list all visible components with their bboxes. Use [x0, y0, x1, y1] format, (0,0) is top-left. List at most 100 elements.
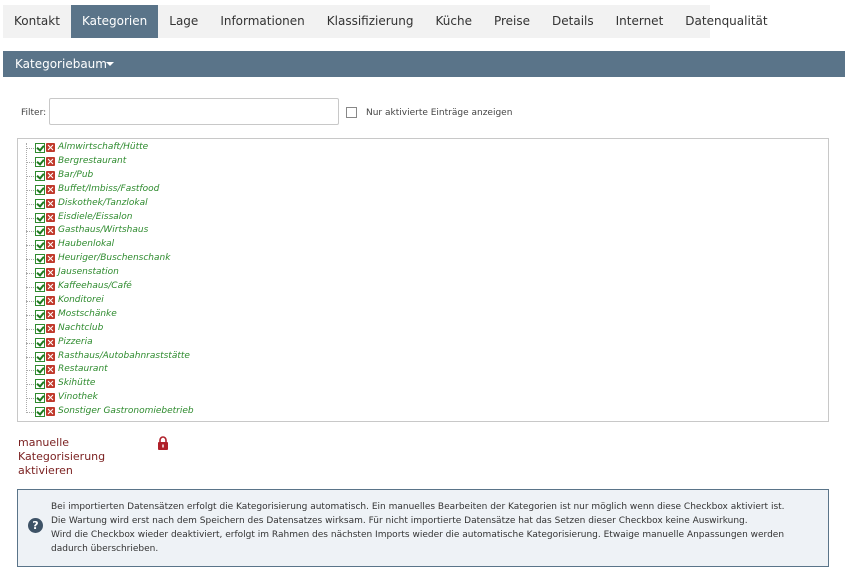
- tree-node[interactable]: Konditorei: [18, 294, 318, 308]
- tree-node[interactable]: Nachtclub: [18, 322, 318, 336]
- delete-icon[interactable]: [46, 268, 55, 278]
- delete-icon[interactable]: [46, 337, 55, 347]
- tree-node-label[interactable]: Vinothek: [58, 392, 98, 402]
- lock-icon[interactable]: [157, 436, 169, 450]
- tree-connector: [26, 148, 34, 149]
- delete-icon[interactable]: [46, 379, 55, 389]
- tree-node[interactable]: Restaurant: [18, 363, 318, 377]
- filter-input[interactable]: [49, 98, 339, 125]
- tab-kategorien[interactable]: Kategorien: [70, 5, 159, 38]
- delete-icon[interactable]: [46, 323, 55, 333]
- checkbox-checked-icon[interactable]: [35, 184, 45, 195]
- tree-node-label[interactable]: Jausenstation: [58, 267, 119, 277]
- caret-down-icon[interactable]: [106, 62, 114, 66]
- delete-icon[interactable]: [46, 212, 55, 222]
- checkbox-checked-icon[interactable]: [35, 268, 45, 279]
- tree-node[interactable]: Eisdiele/Eissalon: [18, 211, 318, 225]
- checkbox-checked-icon[interactable]: [35, 393, 45, 404]
- tree-node-label[interactable]: Buffet/Imbiss/Fastfood: [58, 184, 159, 194]
- checkbox-checked-icon[interactable]: [35, 309, 45, 320]
- tree-node-label[interactable]: Rasthaus/Autobahnraststätte: [58, 351, 190, 361]
- tree-node-label[interactable]: Kaffeehaus/Café: [58, 281, 132, 291]
- tree-node-label[interactable]: Haubenlokal: [58, 239, 114, 249]
- tree-node-label[interactable]: Konditorei: [58, 295, 104, 305]
- delete-icon[interactable]: [46, 156, 55, 166]
- checkbox-checked-icon[interactable]: [35, 323, 45, 334]
- tree-node-label[interactable]: Skihütte: [58, 378, 95, 388]
- tree-node-label[interactable]: Mostschänke: [58, 309, 117, 319]
- checkbox-checked-icon[interactable]: [35, 351, 45, 362]
- delete-icon[interactable]: [46, 351, 55, 361]
- checkbox-checked-icon[interactable]: [35, 212, 45, 223]
- tree-node[interactable]: Jausenstation: [18, 266, 318, 280]
- tab-lage[interactable]: Lage: [158, 5, 209, 38]
- checkbox-checked-icon[interactable]: [35, 282, 45, 292]
- delete-icon[interactable]: [46, 393, 55, 403]
- tree-node[interactable]: Skihütte: [18, 377, 318, 391]
- tree-node[interactable]: Bar/Pub: [18, 169, 318, 183]
- tree-connector: [26, 273, 34, 275]
- category-tree: Almwirtschaft/Hütte Bergrestaurant Bar/Pub…: [17, 138, 829, 422]
- delete-icon[interactable]: [46, 309, 55, 319]
- kategoriebaum-header[interactable]: Kategoriebaum: [3, 51, 845, 77]
- delete-icon[interactable]: [46, 407, 55, 417]
- checkbox-checked-icon[interactable]: [35, 226, 45, 237]
- tree-node[interactable]: Pizzeria: [18, 336, 318, 350]
- tab-informationen[interactable]: Informationen: [209, 5, 315, 38]
- delete-icon[interactable]: [46, 184, 55, 194]
- tree-node-label[interactable]: Sonstiger Gastronomiebetrieb: [58, 406, 194, 416]
- tab-datenqualitaet[interactable]: Datenqualität: [674, 5, 778, 38]
- tree-connector: [26, 245, 34, 247]
- tree-node-label[interactable]: Heuriger/Buschenschank: [58, 253, 170, 263]
- delete-icon[interactable]: [46, 282, 55, 291]
- tree-node-label[interactable]: Pizzeria: [58, 337, 93, 347]
- checkbox-checked-icon[interactable]: [35, 254, 45, 265]
- tree-node[interactable]: Mostschänke: [18, 308, 318, 322]
- checkbox-checked-icon[interactable]: [35, 295, 45, 306]
- tree-node-label[interactable]: Bergrestaurant: [58, 156, 126, 166]
- checkbox-checked-icon[interactable]: [35, 156, 45, 167]
- tree-node[interactable]: Diskothek/Tanzlokal: [18, 197, 318, 211]
- tree-node[interactable]: Rasthaus/Autobahnraststätte: [18, 350, 318, 364]
- checkbox-checked-icon[interactable]: [35, 407, 45, 418]
- checkbox-checked-icon[interactable]: [35, 143, 45, 153]
- checkbox-checked-icon[interactable]: [35, 337, 45, 348]
- tab-klassifizierung[interactable]: Klassifizierung: [316, 5, 425, 38]
- tree-node[interactable]: Bergrestaurant: [18, 155, 318, 169]
- tree-node[interactable]: Gasthaus/Wirtshaus: [18, 224, 318, 238]
- tree-node[interactable]: Almwirtschaft/Hütte: [18, 141, 318, 155]
- tab-details[interactable]: Details: [541, 5, 605, 38]
- tree-node[interactable]: Buffet/Imbiss/Fastfood: [18, 183, 318, 197]
- delete-icon[interactable]: [46, 254, 55, 264]
- tree-node-label[interactable]: Diskothek/Tanzlokal: [58, 198, 148, 208]
- delete-icon[interactable]: [46, 170, 55, 180]
- checkbox-checked-icon[interactable]: [35, 198, 45, 209]
- tree-node-label[interactable]: Restaurant: [58, 364, 108, 374]
- checkbox-checked-icon[interactable]: [35, 240, 45, 251]
- delete-icon[interactable]: [46, 295, 55, 305]
- checkbox-checked-icon[interactable]: [35, 170, 45, 181]
- tree-node-label[interactable]: Almwirtschaft/Hütte: [58, 142, 148, 152]
- checkbox-checked-icon[interactable]: [35, 365, 45, 376]
- active-only-checkbox[interactable]: [346, 107, 357, 118]
- delete-icon[interactable]: [46, 143, 55, 152]
- tree-node[interactable]: Sonstiger Gastronomiebetrieb: [18, 405, 318, 419]
- tree-node-label[interactable]: Eisdiele/Eissalon: [58, 212, 133, 222]
- tree-node[interactable]: Vinothek: [18, 391, 318, 405]
- delete-icon[interactable]: [46, 240, 55, 250]
- delete-icon[interactable]: [46, 198, 55, 208]
- active-only-label: Nur aktivierte Einträge anzeigen: [366, 108, 513, 118]
- checkbox-checked-icon[interactable]: [35, 379, 45, 390]
- tree-node-label[interactable]: Bar/Pub: [58, 170, 93, 180]
- tab-preise[interactable]: Preise: [483, 5, 541, 38]
- tree-node-label[interactable]: Nachtclub: [58, 323, 103, 333]
- delete-icon[interactable]: [46, 365, 55, 375]
- tab-internet[interactable]: Internet: [605, 5, 675, 38]
- tree-node[interactable]: Heuriger/Buschenschank: [18, 252, 318, 266]
- tree-node-label[interactable]: Gasthaus/Wirtshaus: [58, 225, 148, 235]
- tree-node[interactable]: Kaffeehaus/Café: [18, 280, 318, 294]
- tree-node[interactable]: Haubenlokal: [18, 238, 318, 252]
- delete-icon[interactable]: [46, 226, 55, 236]
- tab-kontakt[interactable]: Kontakt: [3, 5, 71, 38]
- tab-kueche[interactable]: Küche: [425, 5, 483, 38]
